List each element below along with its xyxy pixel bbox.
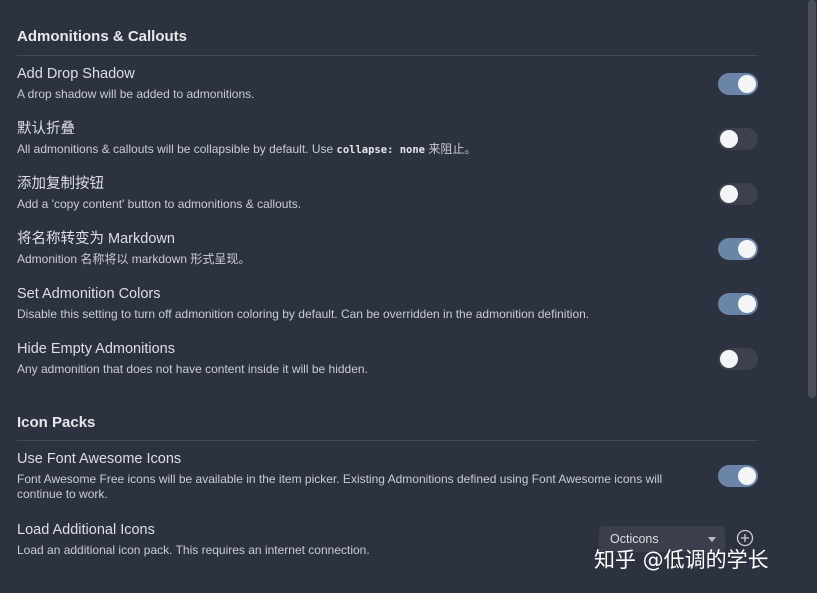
toggle-knob xyxy=(738,467,756,485)
section-divider xyxy=(17,55,758,56)
section-divider xyxy=(17,440,758,441)
setting-add-drop-shadow: Add Drop Shadow A drop shadow will be ad… xyxy=(17,65,758,102)
description-text: All admonitions & callouts will be colla… xyxy=(17,142,337,156)
toggle-knob xyxy=(738,295,756,313)
toggle-knob xyxy=(738,75,756,93)
setting-name: Hide Empty Admonitions xyxy=(17,341,175,357)
setting-name: 将名称转变为 Markdown xyxy=(17,231,175,247)
setting-copy-button: 添加复制按钮 Add a 'copy content' button to ad… xyxy=(17,175,758,212)
setting-description: All admonitions & callouts will be colla… xyxy=(17,142,707,158)
setting-name: Set Admonition Colors xyxy=(17,286,161,302)
setting-collapse-default: 默认折叠 All admonitions & callouts will be … xyxy=(17,120,758,158)
toggle-knob xyxy=(720,185,738,203)
setting-name: Add Drop Shadow xyxy=(17,66,135,82)
setting-description: Admonition 名称将以 markdown 形式呈现。 xyxy=(17,252,251,266)
setting-description: A drop shadow will be added to admonitio… xyxy=(17,87,255,101)
collapse-default-toggle[interactable] xyxy=(718,128,758,150)
chevron-down-icon xyxy=(708,537,716,542)
admonition-colors-toggle[interactable] xyxy=(718,293,758,315)
setting-description: Disable this setting to turn off admonit… xyxy=(17,307,590,321)
inline-code: collapse: none xyxy=(336,144,426,156)
setting-name: 默认折叠 xyxy=(17,121,75,137)
setting-font-awesome: Use Font Awesome Icons Font Awesome Free… xyxy=(17,450,758,502)
toggle-knob xyxy=(738,240,756,258)
watermark: 知乎 @低调的学长 xyxy=(594,548,769,572)
toggle-knob xyxy=(720,130,738,148)
section-title-icon-packs: Icon Packs xyxy=(17,414,96,431)
setting-admonition-colors: Set Admonition Colors Disable this setti… xyxy=(17,285,758,322)
section-title-admonitions: Admonitions & Callouts xyxy=(17,28,187,45)
setting-hide-empty: Hide Empty Admonitions Any admonition th… xyxy=(17,340,758,377)
setting-name: 添加复制按钮 xyxy=(17,176,104,192)
scrollbar[interactable] xyxy=(808,0,816,398)
setting-name: Use Font Awesome Icons xyxy=(17,451,182,467)
description-text: 来阻止。 xyxy=(425,142,477,156)
markdown-title-toggle[interactable] xyxy=(718,238,758,260)
setting-markdown-title: 将名称转变为 Markdown Admonition 名称将以 markdown… xyxy=(17,230,758,267)
font-awesome-toggle[interactable] xyxy=(718,465,758,487)
hide-empty-toggle[interactable] xyxy=(718,348,758,370)
toggle-knob xyxy=(720,350,738,368)
copy-button-toggle[interactable] xyxy=(718,183,758,205)
setting-description: Font Awesome Free icons will be availabl… xyxy=(17,472,663,501)
add-drop-shadow-toggle[interactable] xyxy=(718,73,758,95)
setting-description: Add a 'copy content' button to admonitio… xyxy=(17,197,302,211)
setting-description: Any admonition that does not have conten… xyxy=(17,362,368,376)
